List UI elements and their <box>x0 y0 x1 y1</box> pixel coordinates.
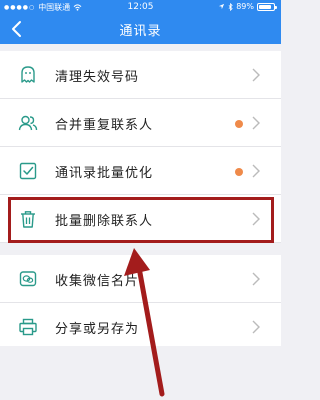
chevron-right-icon <box>252 320 260 334</box>
chevron-right-icon <box>252 116 260 130</box>
chevron-right-icon <box>252 68 260 82</box>
status-bar: ●●●●○ 中国联通 12:05 89% <box>0 0 281 14</box>
battery-fill <box>259 4 272 9</box>
battery-icon <box>257 2 277 11</box>
checklist-icon <box>19 162 37 180</box>
navbar: 通讯录 <box>0 14 281 44</box>
wechat-icon <box>19 271 37 287</box>
battery-percent: 89% <box>236 2 254 11</box>
menu-item-label: 通讯录批量优化 <box>55 166 154 181</box>
page-background <box>0 346 281 400</box>
printer-icon <box>19 318 37 336</box>
app-header: ●●●●○ 中国联通 12:05 89% 通讯录 <box>0 0 281 44</box>
menu-item-merge-duplicates[interactable]: 合并重复联系人 <box>0 99 281 147</box>
chevron-right-icon <box>252 272 260 286</box>
menu-item-clean-invalid[interactable]: 清理失效号码 <box>0 51 281 99</box>
menu-item-label: 分享或另存为 <box>55 322 140 337</box>
status-right: 89% <box>218 2 277 11</box>
annotation-highlight-box <box>8 197 274 243</box>
menu-item-label: 清理失效号码 <box>55 70 140 85</box>
chevron-right-icon <box>252 164 260 178</box>
menu-item-label: 收集微信名片 <box>55 274 140 289</box>
battery-tip <box>275 5 277 9</box>
menu-item-wechat-cards[interactable]: 收集微信名片 <box>0 255 281 303</box>
page-title: 通讯录 <box>119 24 162 39</box>
menu-item-batch-optimize[interactable]: 通讯录批量优化 <box>0 147 281 195</box>
contacts-icon <box>18 115 38 131</box>
menu-item-share-save[interactable]: 分享或另存为 <box>0 303 281 351</box>
menu-item-label: 合并重复联系人 <box>55 118 154 133</box>
bluetooth-icon <box>228 2 233 11</box>
ghost-icon <box>21 66 35 83</box>
section-divider <box>0 243 281 255</box>
location-icon <box>219 3 225 10</box>
notification-dot <box>235 120 243 128</box>
notification-dot <box>235 168 243 176</box>
